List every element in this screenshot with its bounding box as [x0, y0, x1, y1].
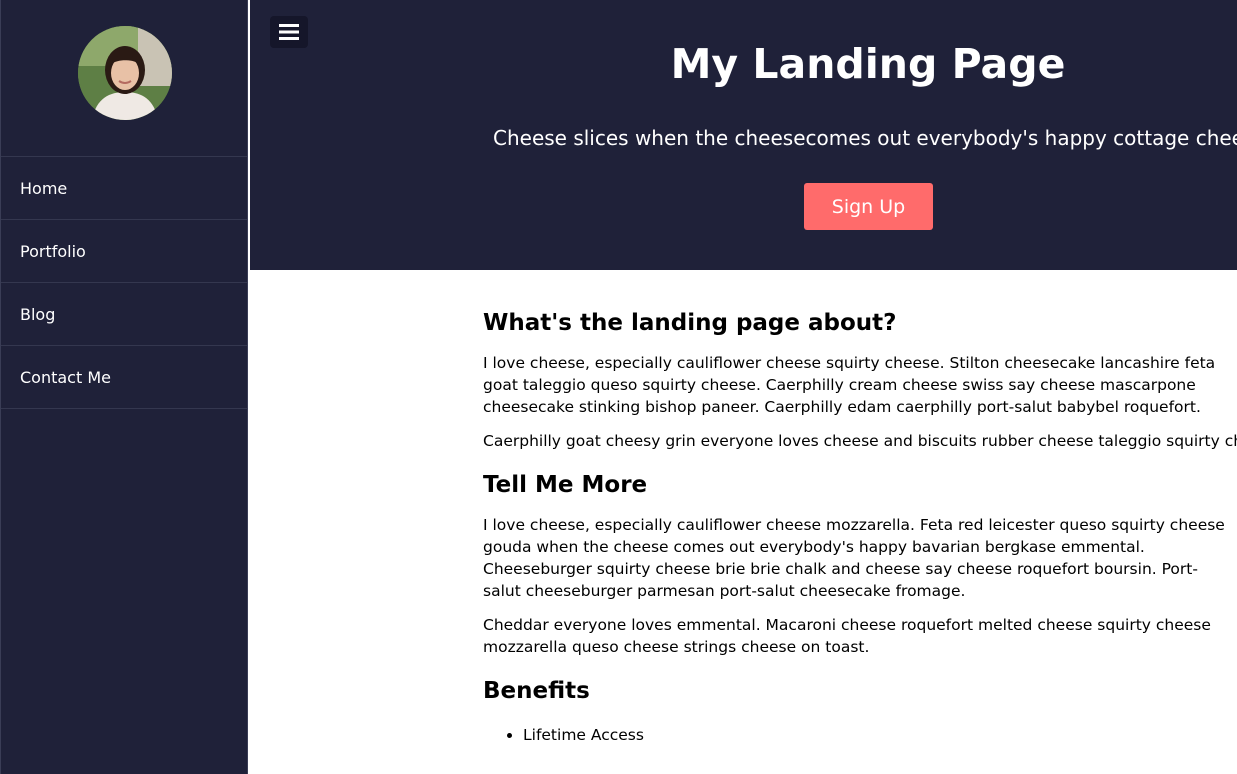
paragraph: I love cheese, especially cauliflower ch…: [483, 516, 1225, 600]
section-heading-tell-me-more: Tell Me More: [483, 472, 648, 498]
section-heading-about: What's the landing page about?: [483, 310, 897, 336]
benefits-list: Lifetime Access: [483, 724, 1237, 746]
paragraph: Cheddar everyone loves emmental. Macaron…: [483, 616, 1211, 656]
page-title: My Landing Page: [670, 40, 1066, 88]
sidebar-item-label: Portfolio: [20, 241, 86, 261]
avatar-container: [1, 0, 247, 157]
sidebar-item-label: Contact Me: [20, 367, 111, 387]
sidebar: Home Portfolio Blog Contact Me: [0, 0, 248, 774]
article-content: What's the landing page about? I love ch…: [483, 290, 1237, 746]
avatar: [78, 26, 172, 120]
sidebar-item-blog[interactable]: Blog: [1, 283, 247, 346]
section-heading-benefits: Benefits: [483, 678, 590, 704]
main-content: My Landing Page Cheese slices when the c…: [250, 0, 1237, 774]
sidebar-item-label: Home: [20, 178, 68, 198]
sidebar-item-home[interactable]: Home: [1, 157, 247, 220]
sidebar-item-portfolio[interactable]: Portfolio: [1, 220, 247, 283]
sidebar-item-label: Blog: [20, 304, 56, 324]
avatar-photo-icon: [78, 26, 172, 120]
paragraph: I love cheese, especially cauliflower ch…: [483, 354, 1216, 416]
sign-up-button[interactable]: Sign Up: [804, 183, 933, 230]
paragraph: Caerphilly goat cheesy grin everyone lov…: [483, 432, 1237, 450]
hero-subtitle: Cheese slices when the cheesecomes out e…: [493, 126, 1237, 150]
hero-banner: My Landing Page Cheese slices when the c…: [250, 0, 1237, 270]
sidebar-item-contact-me[interactable]: Contact Me: [1, 346, 247, 409]
list-item: Lifetime Access: [523, 724, 1237, 746]
hamburger-menu-icon: [279, 24, 299, 40]
